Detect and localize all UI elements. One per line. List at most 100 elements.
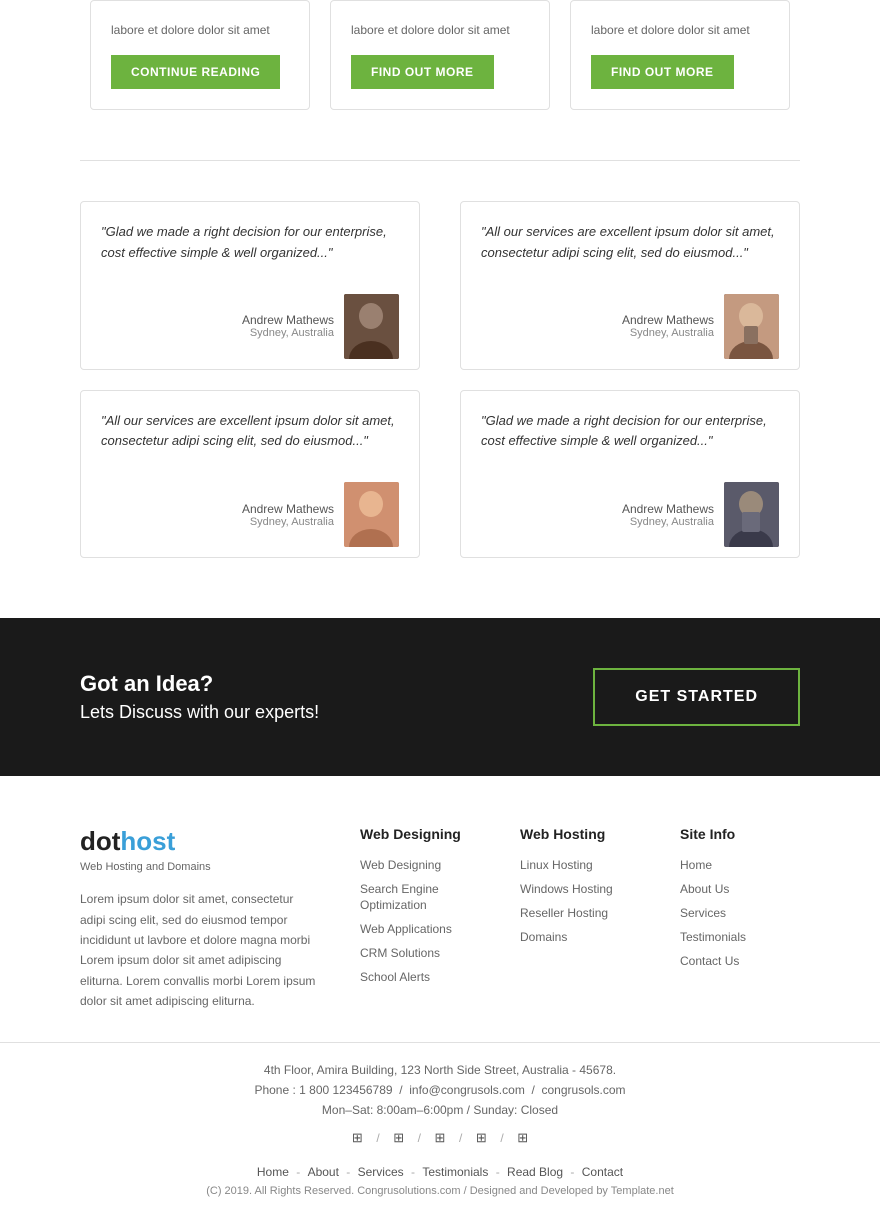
footer-description: Lorem ipsum dolor sit amet, consectetur … [80, 889, 320, 1011]
cta-text: Got an Idea? Lets Discuss with our exper… [80, 671, 319, 723]
author-name-right-1: Andrew Mathews [622, 313, 714, 327]
footer-bottom: 4th Floor, Amira Building, 123 North Sid… [0, 1042, 880, 1217]
list-item: Services [680, 904, 800, 920]
testimonial-right-1-text: "All our services are excellent ipsum do… [481, 222, 779, 264]
social-sep-3: / [459, 1127, 462, 1149]
card-1: labore et dolore dolor sit amet CONTINUE… [90, 0, 310, 110]
social-sep-2: / [418, 1127, 421, 1149]
pinterest-icon[interactable]: ⊞ [470, 1127, 492, 1149]
get-started-button[interactable]: GET STARTED [593, 668, 800, 726]
footer-col-site-info-links: Home About Us Services Testimonials Cont… [680, 856, 800, 968]
footer-link-school-alerts[interactable]: School Alerts [360, 970, 430, 984]
social-sep-4: / [500, 1127, 503, 1149]
footer-tagline: Web Hosting and Domains [80, 861, 320, 873]
cta-heading: Got an Idea? [80, 671, 319, 697]
footer-link-domains[interactable]: Domains [520, 930, 567, 944]
footer-nav-read-blog[interactable]: Read Blog [507, 1165, 563, 1179]
footer-logo: dothost [80, 826, 320, 857]
author-info-right-2: Andrew Mathews Sydney, Australia [622, 502, 714, 528]
list-item: Home [680, 856, 800, 872]
find-out-more-button-2[interactable]: FIND OUT MORE [591, 55, 734, 89]
list-item: Domains [520, 928, 640, 944]
footer-link-web-designing[interactable]: Web Designing [360, 858, 441, 872]
avatar-right-2 [724, 482, 779, 547]
footer-nav-about[interactable]: About [308, 1165, 339, 1179]
list-item: Windows Hosting [520, 880, 640, 896]
email-text: info@congrusols.com [409, 1083, 525, 1097]
footer-link-reseller-hosting[interactable]: Reseller Hosting [520, 906, 608, 920]
address-text: 4th Floor, Amira Building, 123 North Sid… [264, 1063, 616, 1077]
testimonial-right-2-text: "Glad we made a right decision for our e… [481, 411, 779, 453]
logo-host: host [120, 826, 175, 856]
testimonial-right-1-author: Andrew Mathews Sydney, Australia [481, 294, 779, 359]
footer-copyright: (C) 2019. All Rights Reserved. Congrusol… [80, 1185, 800, 1197]
footer-link-testimonials[interactable]: Testimonials [680, 930, 746, 944]
footer-brand: dothost Web Hosting and Domains Lorem ip… [80, 826, 320, 1011]
testimonial-right-2-author: Andrew Mathews Sydney, Australia [481, 482, 779, 547]
footer-link-seo[interactable]: Search Engine Optimization [360, 882, 439, 912]
footer-col-site-info: Site Info Home About Us Services Testimo… [680, 826, 800, 1011]
footer-address: 4th Floor, Amira Building, 123 North Sid… [80, 1063, 800, 1077]
avatar-left-1 [344, 294, 399, 359]
avatar-left-2 [344, 482, 399, 547]
social-sep-1: / [376, 1127, 379, 1149]
testimonial-right-2: "Glad we made a right decision for our e… [460, 390, 800, 559]
footer-col-web-designing: Web Designing Web Designing Search Engin… [360, 826, 480, 1011]
footer-link-services[interactable]: Services [680, 906, 726, 920]
testimonial-left-1-author: Andrew Mathews Sydney, Australia [101, 294, 399, 359]
footer-nav-home[interactable]: Home [257, 1165, 289, 1179]
footer-nav-testimonials[interactable]: Testimonials [422, 1165, 488, 1179]
footer-contact: Phone : 1 800 123456789 / info@congrusol… [80, 1083, 800, 1097]
twitter-icon[interactable]: ⊞ [388, 1127, 410, 1149]
phone-text: Phone : 1 800 123456789 [254, 1083, 392, 1097]
card-3-text: labore et dolore dolor sit amet [591, 21, 769, 39]
footer-link-about-us[interactable]: About Us [680, 882, 729, 896]
footer-nav-sep-1: - [296, 1165, 303, 1179]
cta-subheading: Lets Discuss with our experts! [80, 702, 319, 723]
author-name-right-2: Andrew Mathews [622, 502, 714, 516]
testimonials-right-col: "All our services are excellent ipsum do… [460, 201, 800, 558]
footer-hours: Mon–Sat: 8:00am–6:00pm / Sunday: Closed [80, 1103, 800, 1117]
continue-reading-button[interactable]: CONTINUE READING [111, 55, 280, 89]
author-name-left-1: Andrew Mathews [242, 313, 334, 327]
find-out-more-button-1[interactable]: FIND OUT MORE [351, 55, 494, 89]
card-3: labore et dolore dolor sit amet FIND OUT… [570, 0, 790, 110]
list-item: Linux Hosting [520, 856, 640, 872]
footer-link-contact-us[interactable]: Contact Us [680, 954, 739, 968]
footer-nav-contact[interactable]: Contact [582, 1165, 623, 1179]
testimonials-section: "Glad we made a right decision for our e… [0, 201, 880, 618]
footer-link-crm[interactable]: CRM Solutions [360, 946, 440, 960]
instagram-icon[interactable]: ⊞ [512, 1127, 534, 1149]
testimonial-left-2: "All our services are excellent ipsum do… [80, 390, 420, 559]
author-name-left-2: Andrew Mathews [242, 502, 334, 516]
testimonial-left-1: "Glad we made a right decision for our e… [80, 201, 420, 370]
avatar-right-1 [724, 294, 779, 359]
footer-col-web-hosting-links: Linux Hosting Windows Hosting Reseller H… [520, 856, 640, 944]
footer-link-linux-hosting[interactable]: Linux Hosting [520, 858, 593, 872]
author-info-right-1: Andrew Mathews Sydney, Australia [622, 313, 714, 339]
footer-col-web-hosting: Web Hosting Linux Hosting Windows Hostin… [520, 826, 640, 1011]
footer-nav-sep-2: - [346, 1165, 353, 1179]
list-item: Reseller Hosting [520, 904, 640, 920]
testimonial-left-2-author: Andrew Mathews Sydney, Australia [101, 482, 399, 547]
footer-link-windows-hosting[interactable]: Windows Hosting [520, 882, 613, 896]
footer-grid: dothost Web Hosting and Domains Lorem ip… [80, 826, 800, 1011]
list-item: CRM Solutions [360, 944, 480, 960]
footer-link-home[interactable]: Home [680, 858, 712, 872]
website-text: congrusols.com [542, 1083, 626, 1097]
footer-nav-sep-4: - [496, 1165, 503, 1179]
cta-section: Got an Idea? Lets Discuss with our exper… [0, 618, 880, 776]
cards-section: labore et dolore dolor sit amet CONTINUE… [0, 0, 880, 150]
author-location-right-2: Sydney, Australia [622, 516, 714, 528]
list-item: About Us [680, 880, 800, 896]
footer-nav: Home - About - Services - Testimonials -… [80, 1165, 800, 1179]
list-item: School Alerts [360, 968, 480, 984]
author-location-right-1: Sydney, Australia [622, 327, 714, 339]
linkedin-icon[interactable]: ⊞ [429, 1127, 451, 1149]
logo-dot: dot [80, 826, 120, 856]
footer-nav-services[interactable]: Services [358, 1165, 404, 1179]
author-info-left-2: Andrew Mathews Sydney, Australia [242, 502, 334, 528]
footer-link-web-apps[interactable]: Web Applications [360, 922, 452, 936]
facebook-icon[interactable]: ⊞ [346, 1127, 368, 1149]
footer-nav-sep-3: - [411, 1165, 418, 1179]
